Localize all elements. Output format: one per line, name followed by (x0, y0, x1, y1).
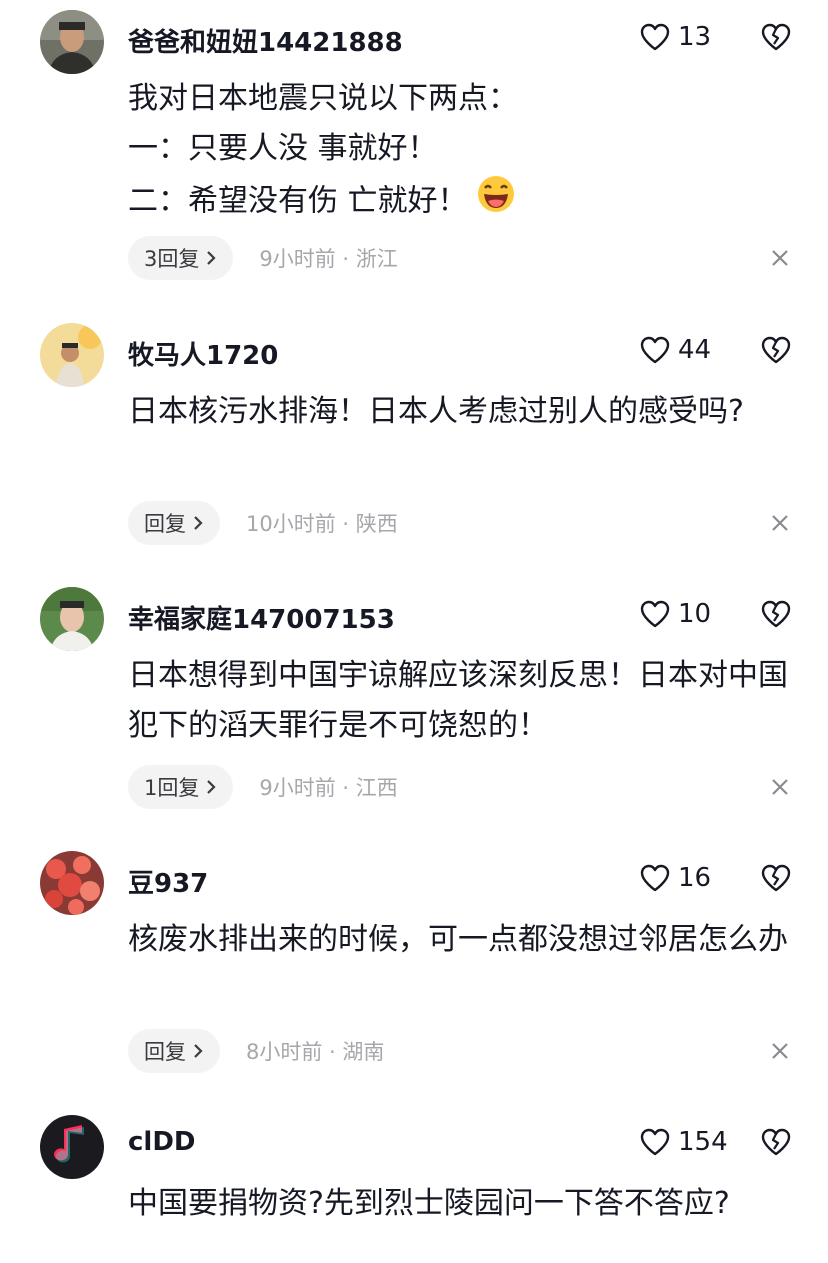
broken-heart-icon (761, 336, 791, 364)
like-count: 154 (678, 1127, 728, 1157)
comment-actions: 1回复 9小时前 · 江西 (128, 765, 398, 809)
comment-meta: 9小时前 · 江西 (259, 772, 397, 802)
heart-outline-icon (640, 1128, 670, 1156)
reply-label: 回复 (144, 512, 186, 536)
like-button[interactable]: 44 (640, 335, 711, 365)
reply-button[interactable]: 3回复 (128, 236, 234, 280)
comment-text: 日本核污水排海！日本人考虑过别人的感受吗? (128, 394, 744, 429)
comment-text-content: 我对日本地震只说以下两点： 一：只要人没 事就好！ 二：希望没有伤 亡就好！ (128, 81, 518, 219)
reply-button[interactable]: 回复 (128, 501, 220, 545)
close-button[interactable] (770, 248, 790, 272)
dislike-button[interactable] (760, 863, 792, 897)
comment-item: 豆937 16 核废水排出来的时候，可一点都没想过邻居怎么办 回复 8小时前 ·… (0, 841, 828, 1105)
close-icon (772, 1043, 788, 1059)
comment-text: 日本想得到中国宇谅解应该深刻反思！日本对中国犯下的滔天罪行是不可饶恕的！ (128, 658, 788, 743)
comment-time: 9小时前 (259, 247, 336, 271)
dislike-button[interactable] (760, 22, 792, 56)
comment-time: 9小时前 (259, 776, 336, 800)
comment-text: 我对日本地震只说以下两点： 一：只要人没 事就好！ 二：希望没有伤 亡就好！ (128, 74, 798, 230)
reply-button[interactable]: 回复 (128, 1029, 220, 1073)
like-button[interactable]: 154 (640, 1127, 728, 1157)
avatar[interactable] (40, 851, 104, 915)
username[interactable]: 幸福家庭147007153 (128, 599, 395, 636)
chevron-right-icon (194, 1044, 203, 1058)
like-button[interactable]: 10 (640, 599, 711, 629)
comment-meta: 9小时前 · 浙江 (259, 243, 397, 273)
comment-location: 陕西 (355, 512, 398, 536)
comment-text: 中国要捐物资?先到烈士陵园问一下答不答应? (128, 1186, 730, 1221)
laughing-emoji-icon (476, 174, 516, 230)
comment-actions: 3回复 9小时前 · 浙江 (128, 236, 398, 280)
like-count: 10 (678, 599, 712, 629)
meta-separator: · (335, 247, 356, 271)
comment-item: 幸福家庭147007153 10 日本想得到中国宇谅解应该深刻反思！日本对中国犯… (0, 577, 828, 841)
chevron-right-icon (207, 251, 216, 265)
reply-label: 1回复 (144, 776, 200, 800)
comment-item: clDD 154 中国要捐物资?先到烈士陵园问一下答不答应? (0, 1105, 828, 1263)
broken-heart-icon (761, 23, 791, 51)
heart-outline-icon (640, 600, 670, 628)
dislike-button[interactable] (760, 335, 792, 369)
comment-item: 牧马人1720 44 日本核污水排海！日本人考虑过别人的感受吗? 回复 10小时… (0, 313, 828, 577)
comment-meta: 10小时前 · 陕西 (246, 508, 398, 538)
like-count: 44 (678, 335, 712, 365)
like-count: 13 (678, 22, 712, 52)
chevron-right-icon (194, 516, 203, 530)
close-button[interactable] (770, 513, 790, 537)
comment-location: 浙江 (355, 247, 398, 271)
comment-location: 湖南 (342, 1040, 385, 1064)
comment-meta: 8小时前 · 湖南 (246, 1036, 384, 1066)
meta-separator: · (335, 512, 356, 536)
broken-heart-icon (761, 1128, 791, 1156)
close-icon (772, 779, 788, 795)
close-button[interactable] (770, 777, 790, 801)
comment-text: 核废水排出来的时候，可一点都没想过邻居怎么办 (128, 922, 788, 957)
close-icon (772, 515, 788, 531)
comment-time: 10小时前 (246, 512, 336, 536)
avatar[interactable] (40, 1115, 104, 1179)
meta-separator: · (322, 1040, 343, 1064)
like-button[interactable]: 16 (640, 863, 711, 893)
meta-separator: · (335, 776, 356, 800)
comment-actions: 回复 8小时前 · 湖南 (128, 1029, 384, 1073)
broken-heart-icon (761, 600, 791, 628)
reply-label: 回复 (144, 1040, 186, 1064)
username[interactable]: 牧马人1720 (128, 335, 278, 372)
username[interactable]: 爸爸和妞妞14421888 (128, 22, 403, 59)
heart-outline-icon (640, 864, 670, 892)
broken-heart-icon (761, 864, 791, 892)
dislike-button[interactable] (760, 599, 792, 633)
reply-button[interactable]: 1回复 (128, 765, 234, 809)
comment-item: 爸爸和妞妞14421888 13 我对日本地震只说以下两点： 一：只要人没 事就… (0, 0, 828, 280)
close-icon (772, 250, 788, 266)
heart-outline-icon (640, 336, 670, 364)
avatar[interactable] (40, 587, 104, 651)
avatar[interactable] (40, 10, 104, 74)
like-button[interactable]: 13 (640, 22, 711, 52)
like-count: 16 (678, 863, 712, 893)
reply-label: 3回复 (144, 247, 200, 271)
comment-actions: 回复 10小时前 · 陕西 (128, 501, 398, 545)
username[interactable]: 豆937 (128, 863, 208, 900)
avatar[interactable] (40, 323, 104, 387)
close-button[interactable] (770, 1041, 790, 1065)
dislike-button[interactable] (760, 1127, 792, 1161)
comment-location: 江西 (355, 776, 398, 800)
heart-outline-icon (640, 23, 670, 51)
chevron-right-icon (207, 780, 216, 794)
comment-time: 8小时前 (246, 1040, 323, 1064)
username[interactable]: clDD (128, 1127, 196, 1157)
